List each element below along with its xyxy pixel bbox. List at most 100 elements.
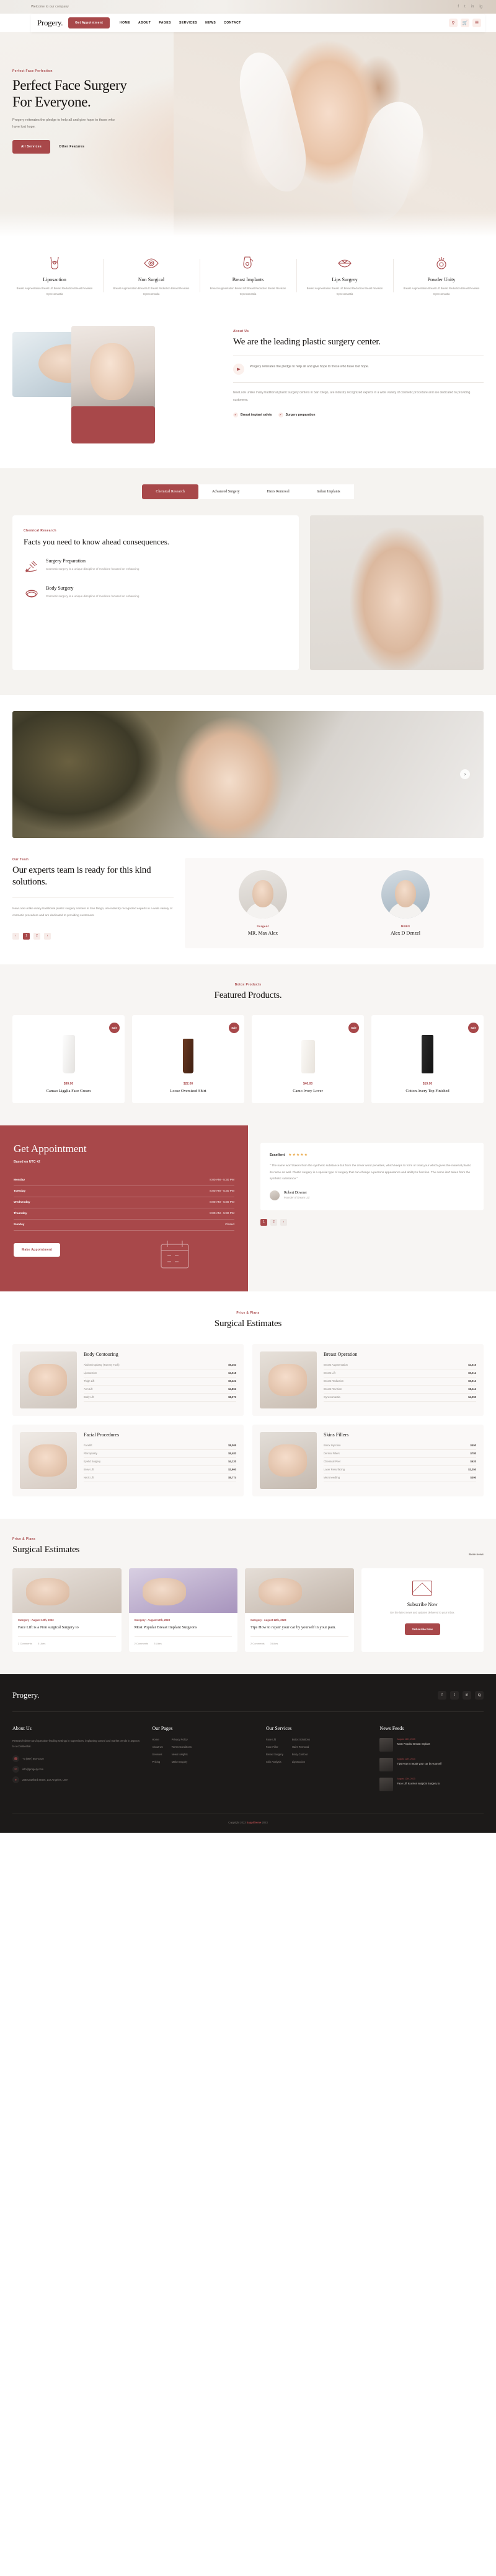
team-page-2[interactable]: 2 xyxy=(33,932,40,940)
team-page-1[interactable]: 1 xyxy=(23,932,30,940)
about-body-text: NewLook unlike many traditional plastic … xyxy=(233,391,471,402)
footer-link[interactable]: Body Contour xyxy=(292,1753,310,1756)
hero-title: Perfect Face Surgery For Everyone. xyxy=(12,77,127,110)
get-appointment-button[interactable]: Get Appointment xyxy=(68,17,110,28)
news-comments: 2 Comments xyxy=(18,1641,32,1645)
footer-feeds-heading: News Feeds xyxy=(379,1725,404,1731)
footer-link[interactable]: Liposuction xyxy=(292,1760,310,1763)
feed-date: August 12th, 2023 xyxy=(397,1737,415,1740)
footer-link[interactable]: Services xyxy=(152,1753,162,1756)
team-prev-button[interactable]: ‹ xyxy=(12,932,19,940)
nav-item-pages[interactable]: PAGES xyxy=(159,21,171,25)
plan-row-label: Gynecomastia xyxy=(324,1395,340,1399)
linkedin-icon[interactable]: in xyxy=(463,1690,471,1700)
footer-link[interactable]: Make Enquiry xyxy=(172,1760,192,1763)
copyright-text: Copyright 2023 xyxy=(228,1820,246,1824)
nav-item-news[interactable]: NEWS xyxy=(205,21,216,25)
review-page-1[interactable]: 1 xyxy=(260,1218,267,1226)
footer-feed-item[interactable]: August 12th, 2023 Face Lift is a Non sur… xyxy=(379,1777,484,1791)
instagram-icon[interactable]: ig xyxy=(479,5,482,9)
footer-link[interactable]: Pricing xyxy=(152,1760,162,1763)
tab-indian-implants[interactable]: Indian Implants xyxy=(303,484,354,499)
nav-item-services[interactable]: SERVICES xyxy=(179,21,197,25)
tab-advanced-surgery[interactable]: Advanced Surgery xyxy=(198,484,254,499)
day-label: Tuesday xyxy=(14,1190,26,1194)
footer-link[interactable]: Breast Surgery xyxy=(266,1753,283,1756)
review-page-2[interactable]: 2 xyxy=(270,1218,277,1226)
service-card-lips-surgery[interactable]: Lips Surgery Breast Augmentation Breast … xyxy=(296,254,393,297)
service-card-breast-implants[interactable]: Breast Implants Breast Augmentation Brea… xyxy=(200,254,296,297)
tab-chemical-research[interactable]: Chemical Research xyxy=(142,484,198,499)
menu-icon[interactable]: ☰ xyxy=(472,19,481,27)
twitter-icon[interactable]: t xyxy=(450,1690,459,1700)
facebook-icon[interactable]: f xyxy=(458,5,459,9)
footer-newsfeeds-column: News Feeds August 12th, 2023 Most Popula… xyxy=(379,1726,484,1797)
banner-next-arrow[interactable]: › xyxy=(460,769,470,780)
footer-link[interactable]: Hairs Removal xyxy=(292,1745,310,1749)
team-member-card[interactable]: Surgent MR. Max Alex xyxy=(196,870,330,936)
instagram-icon[interactable]: ig xyxy=(475,1690,484,1700)
all-services-button[interactable]: All Services xyxy=(12,140,51,154)
linkedin-icon[interactable]: in xyxy=(471,5,474,9)
plan-card-facial-procedures[interactable]: Facial Procedures Facelift $8,005 Rhinopl… xyxy=(12,1424,244,1496)
footer-link[interactable]: Botox Solutions xyxy=(292,1738,310,1741)
footer-link[interactable]: Skin Analysis xyxy=(266,1760,283,1763)
subscribe-text: Get the latest news and updates delivere… xyxy=(389,1611,455,1615)
subscribe-card: Subscribe Now Get the latest news and up… xyxy=(361,1568,484,1652)
site-logo[interactable]: Progery. xyxy=(37,18,63,28)
plan-card-breast-operation[interactable]: Breast Operation Breast Augmentation $4,5… xyxy=(252,1343,484,1416)
team-next-button[interactable]: › xyxy=(44,932,51,940)
service-desc: Breast Augmentation Breast Lift Breast R… xyxy=(113,287,190,295)
tab-hairs-removal[interactable]: Hairs Removal xyxy=(253,484,303,499)
plan-card-body-contouring[interactable]: Body Contouring Abdominoplasty (Tummy Tu… xyxy=(12,1343,244,1416)
footer-link[interactable]: Terms Conditions xyxy=(172,1745,192,1749)
product-card[interactable]: Sale $99.00 Camao Ligglia Face Cream xyxy=(12,1015,125,1104)
footer-link[interactable]: Face Lift xyxy=(266,1738,283,1741)
product-card[interactable]: Sale $40.00 Camo Ivory Lover xyxy=(252,1015,364,1104)
plan-card-skins-fillers[interactable]: Skins Fillers Botox Injection $450 Dermal… xyxy=(252,1424,484,1496)
nav-item-contact[interactable]: CONTACT xyxy=(224,21,241,25)
member-name: MR. Max Alex xyxy=(247,930,278,936)
subscribe-title: Subscribe Now xyxy=(407,1602,438,1608)
footer-logo[interactable]: Progery. xyxy=(12,1690,40,1700)
other-features-link[interactable]: Other Features xyxy=(59,145,84,149)
footer-link[interactable]: News Insights xyxy=(172,1753,192,1756)
nav-item-home[interactable]: HOME xyxy=(120,21,130,25)
cart-icon[interactable]: 🛒 xyxy=(461,19,469,27)
footer-email-value: info@progery.com xyxy=(22,1768,43,1771)
search-icon[interactable]: ⚲ xyxy=(449,19,458,27)
footer-link[interactable]: About Us xyxy=(152,1745,162,1749)
team-eyebrow: Our Team xyxy=(12,857,29,862)
twitter-icon[interactable]: t xyxy=(464,5,466,9)
plan-row-label: Neck Lift xyxy=(84,1476,94,1480)
copyright-brand[interactable]: bappitheme xyxy=(247,1821,262,1824)
product-price: $99.00 xyxy=(63,1082,74,1086)
play-icon[interactable]: ▶ xyxy=(233,364,244,375)
footer-link[interactable]: Privacy Policy xyxy=(172,1738,192,1741)
service-card-non-surgical[interactable]: Non Surgical Breast Augmentation Breast … xyxy=(103,254,200,297)
topbar-social-links[interactable]: f t in ig xyxy=(458,5,482,9)
nav-item-about[interactable]: ABOUT xyxy=(138,21,151,25)
team-member-card[interactable]: MBBS Alex D Denzel xyxy=(339,870,472,936)
footer-feed-item[interactable]: August 12th, 2023 Most Popular Breast Im… xyxy=(379,1737,484,1752)
facebook-icon[interactable]: f xyxy=(438,1690,446,1700)
footer-phone[interactable]: ☎ +3 (987) 654-3210 xyxy=(12,1755,142,1763)
service-card-liposaction[interactable]: Liposaction Breast Augmentation Breast L… xyxy=(6,254,103,297)
about-accent-block xyxy=(71,406,155,443)
footer-email[interactable]: ✉ info@progery.com xyxy=(12,1766,142,1773)
service-desc: Breast Augmentation Breast Lift Breast R… xyxy=(210,287,286,295)
news-card[interactable]: Category - August 12th, 2023 Most Popula… xyxy=(128,1568,237,1652)
facts-feature-surgery-preparation: Surgery Preparation Cosmetic surgery is … xyxy=(24,558,288,574)
make-appointment-button[interactable]: Make Appointment xyxy=(14,1243,61,1257)
product-card[interactable]: Sale $19.00 Cotton Avery Top Finished xyxy=(371,1015,484,1104)
footer-link[interactable]: Face Filler xyxy=(266,1745,283,1749)
news-card[interactable]: Category - August 12th, 2023 Face Lift i… xyxy=(12,1568,122,1652)
footer-feed-item[interactable]: August 12th, 2023 Tips How to repair you… xyxy=(379,1757,484,1771)
review-next-button[interactable]: › xyxy=(280,1218,287,1226)
news-card[interactable]: Category - August 12th, 2023 Tips How to… xyxy=(245,1568,354,1652)
footer-link[interactable]: Home xyxy=(152,1738,162,1741)
more-news-link[interactable]: More news xyxy=(469,1553,484,1556)
product-card[interactable]: Sale $22.00 Loose Oversized Shirt xyxy=(132,1015,244,1104)
subscribe-button[interactable]: Subscribe Now xyxy=(404,1623,440,1636)
service-card-powder-unity[interactable]: Powder Unity Breast Augmentation Breast … xyxy=(393,254,490,297)
